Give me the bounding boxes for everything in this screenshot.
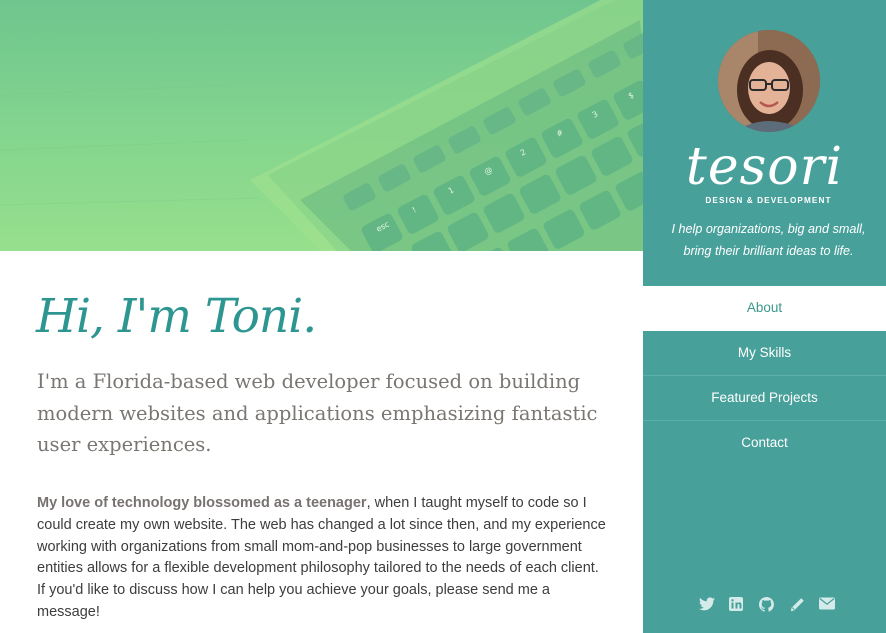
intro-text: , when I taught myself to code so I coul… <box>37 495 606 620</box>
envelope-icon[interactable] <box>819 597 837 615</box>
laptop-keyboard-photo: esc!1@2#3$4 <box>0 0 643 251</box>
intro-paragraph: My love of technology blossomed as a tee… <box>37 493 609 624</box>
tagline-line-1: I help organizations, big and small, <box>671 222 866 236</box>
nav-item-about[interactable]: About <box>643 286 886 331</box>
page-title: Hi, I'm Toni. <box>36 289 317 344</box>
tagline-line-2: bring their brilliant ideas to life. <box>683 243 854 258</box>
pencil-icon[interactable] <box>789 597 807 615</box>
lead-paragraph: I'm a Florida-based web developer focuse… <box>37 370 598 456</box>
logo-subtitle: DESIGN & DEVELOPMENT <box>705 196 832 205</box>
intro-highlight: My love of technology blossomed as a tee… <box>37 495 367 511</box>
tesori-logo[interactable]: tesori <box>643 138 886 196</box>
nav-item-my-skills[interactable]: My Skills <box>643 331 886 376</box>
hero-banner: esc!1@2#3$4 <box>0 0 643 251</box>
sidebar: tesori DESIGN & DEVELOPMENT I help organ… <box>643 0 886 633</box>
social-links <box>698 597 848 617</box>
linkedin-icon[interactable] <box>729 597 747 615</box>
nav-item-contact[interactable]: Contact <box>643 421 886 465</box>
main-content: Hi, I'm Toni. I'm a Florida-based web de… <box>0 251 643 633</box>
nav-item-featured-projects[interactable]: Featured Projects <box>643 376 886 421</box>
twitter-icon[interactable] <box>699 597 717 615</box>
sidebar-nav: About My Skills Featured Projects Contac… <box>643 286 886 465</box>
avatar <box>718 30 820 132</box>
tagline: I help organizations, big and small, bri… <box>643 219 886 262</box>
github-icon[interactable] <box>759 597 777 615</box>
